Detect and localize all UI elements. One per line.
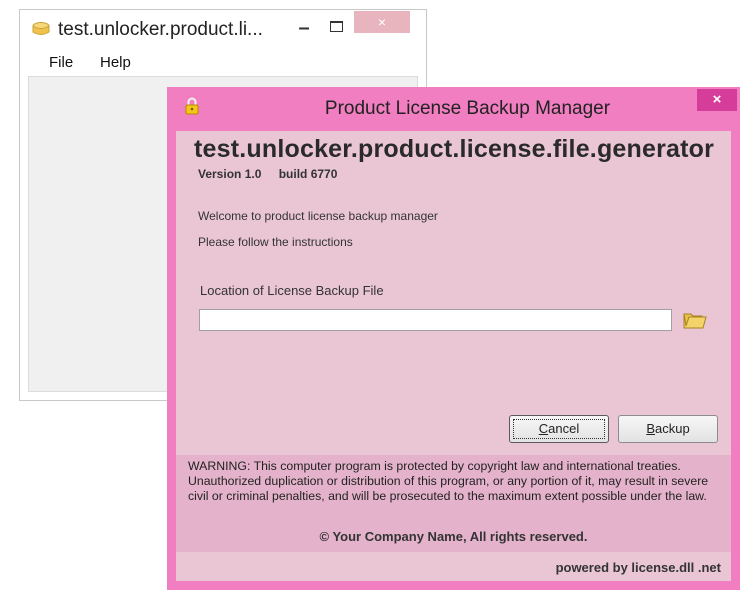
warning-area: WARNING: This computer program is protec… <box>176 455 731 552</box>
background-window-title: test.unlocker.product.li... <box>58 19 263 40</box>
maximize-button[interactable] <box>320 17 352 41</box>
location-label: Location of License Backup File <box>200 283 384 298</box>
warning-text: WARNING: This computer program is protec… <box>188 459 709 503</box>
focus-rectangle <box>513 419 605 439</box>
background-titlebar[interactable]: test.unlocker.product.li... – × <box>20 10 426 48</box>
minimize-button[interactable]: – <box>292 17 316 41</box>
backup-button[interactable]: Backup <box>618 415 718 443</box>
backup-accelerator: B <box>646 421 655 436</box>
menu-bar: File Help <box>20 52 426 76</box>
dialog-titlebar[interactable]: Product License Backup Manager × <box>167 87 740 131</box>
version-info: Version 1.0 build 6770 <box>198 167 351 181</box>
background-close-button[interactable]: × <box>354 11 410 33</box>
maximize-icon <box>330 21 343 32</box>
location-input[interactable] <box>199 309 672 331</box>
app-box-icon <box>32 22 50 35</box>
product-name: test.unlocker.product.license.file.gener… <box>194 135 715 163</box>
menu-help[interactable]: Help <box>100 54 131 71</box>
backup-label: ackup <box>654 421 690 436</box>
dialog-close-button[interactable]: × <box>697 89 737 111</box>
welcome-text: Welcome to product license backup manage… <box>198 209 438 223</box>
folder-icon[interactable] <box>682 307 708 333</box>
build-label: build 6770 <box>278 167 338 181</box>
dialog-title: Product License Backup Manager <box>324 98 611 119</box>
instructions-text: Please follow the instructions <box>198 235 353 249</box>
cancel-button[interactable]: Cancel <box>509 415 609 443</box>
powered-by-text: powered by license.dll .net <box>555 560 721 575</box>
menu-file[interactable]: File <box>49 54 73 71</box>
version-label: Version 1.0 <box>198 167 262 181</box>
dialog-client-area: test.unlocker.product.license.file.gener… <box>176 131 731 581</box>
license-backup-dialog: Product License Backup Manager × test.un… <box>167 87 740 590</box>
copyright-text: © Your Company Name, All rights reserved… <box>319 529 588 544</box>
